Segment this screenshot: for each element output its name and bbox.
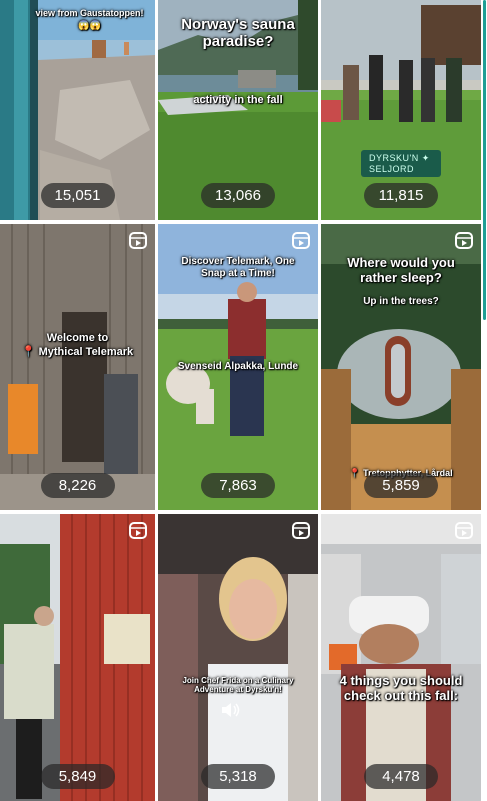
video-tile-5[interactable]: Discover Telemark, One Snap at a Time! S… (158, 224, 318, 510)
overlay-title: 4 things you should check out this fall: (339, 673, 463, 703)
view-count: 15,051 (40, 183, 115, 208)
overlay-caption: Join Chef Frida on a Culinary Adventure … (182, 676, 294, 695)
scrollbar[interactable] (483, 0, 486, 320)
thumbnail-image (321, 514, 481, 801)
reel-icon (455, 232, 473, 249)
reel-icon (129, 232, 147, 249)
video-tile-9[interactable]: 4 things you should check out this fall:… (321, 514, 481, 801)
video-tile-1[interactable]: view from Gaustatoppen! 😱😱 15,051 (0, 0, 155, 220)
view-count: 11,815 (364, 183, 438, 208)
video-tile-7[interactable]: 5,849 (0, 514, 155, 801)
view-count: 5,318 (201, 764, 275, 789)
overlay-caption: Welcome to (46, 332, 109, 344)
thumbnail-image (0, 224, 155, 510)
view-count: 13,066 (201, 183, 275, 208)
overlay-caption: view from Gaustatoppen! (35, 8, 144, 18)
view-count: 8,226 (40, 473, 115, 498)
reel-icon (292, 522, 310, 539)
overlay-caption: Up in the trees? (363, 296, 439, 307)
reel-icon (455, 522, 473, 539)
view-count: 7,863 (201, 473, 275, 498)
overlay-title: Norway's sauna paradise? (181, 16, 295, 51)
thumbnail-image (158, 514, 318, 801)
reel-icon (292, 232, 310, 249)
view-count: 4,478 (364, 764, 438, 789)
video-tile-3[interactable]: DYRSKU'N ✦ SELJORD 11,815 (321, 0, 481, 220)
reel-icon (129, 522, 147, 539)
video-grid: view from Gaustatoppen! 😱😱 15,051 Norway… (0, 0, 481, 801)
video-tile-2[interactable]: Norway's sauna paradise? activity in the… (158, 0, 318, 220)
view-count: 5,849 (40, 764, 115, 789)
video-tile-6[interactable]: Where would you rather sleep? Up in the … (321, 224, 481, 510)
overlay-emoji: 😱😱 (78, 20, 101, 30)
sound-icon[interactable] (220, 701, 242, 719)
view-count: 5,859 (364, 473, 438, 498)
overlay-location: Svenseid Alpakka, Lunde (177, 361, 299, 372)
video-tile-8[interactable]: Join Chef Frida on a Culinary Adventure … (158, 514, 318, 801)
overlay-title: Where would you rather sleep? (347, 255, 455, 285)
overlay-title: Discover Telemark, One Snap at a Time! (181, 256, 295, 279)
video-tile-4[interactable]: Welcome to 📍 Mythical Telemark 8,226 (0, 224, 155, 510)
overlay-caption: activity in the fall (193, 94, 283, 106)
event-badge: DYRSKU'N ✦ SELJORD (361, 150, 441, 177)
thumbnail-image (0, 514, 155, 801)
overlay-location: 📍 Mythical Telemark (21, 346, 134, 358)
